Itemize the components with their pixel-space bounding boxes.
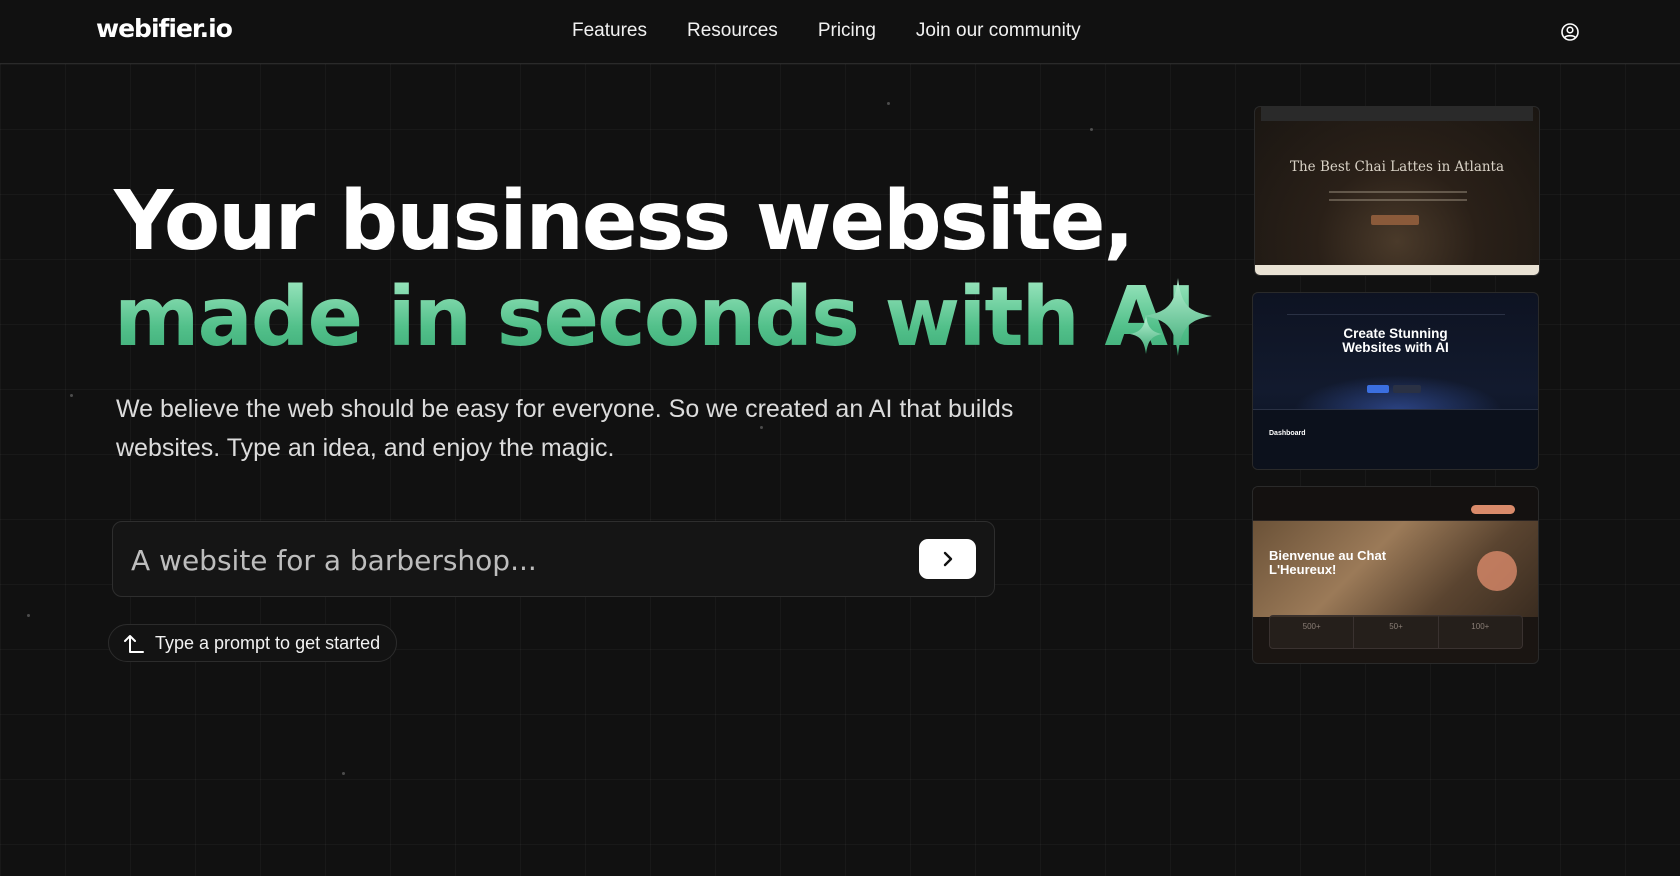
text-line bbox=[1329, 191, 1467, 193]
preview-title-line1: Create Stunning bbox=[1343, 326, 1448, 341]
preview-dashboard: Dashboard bbox=[1253, 409, 1538, 469]
chevron-right-icon bbox=[943, 551, 952, 567]
preview-card-cafe: Bienvenue au Chat L'Heureux! 500+ 50+ 10… bbox=[1252, 486, 1539, 664]
preview-footer bbox=[1255, 265, 1539, 275]
star-dot bbox=[27, 614, 30, 617]
preview-button bbox=[1393, 385, 1421, 393]
star-dot bbox=[342, 772, 345, 775]
main-nav: Features Resources Pricing Join our comm… bbox=[572, 20, 1081, 42]
preview-badge bbox=[1477, 551, 1517, 591]
preview-pill bbox=[1471, 505, 1515, 514]
preview-button bbox=[1367, 385, 1389, 393]
headline-line-2: made in seconds with AI bbox=[114, 270, 1196, 365]
preview-title: The Best Chai Lattes in Atlanta bbox=[1289, 159, 1505, 175]
prompt-hint: Type a prompt to get started bbox=[108, 624, 398, 662]
preview-card-ai: Create Stunning Websites with AI Dashboa… bbox=[1252, 292, 1539, 470]
star-dot bbox=[70, 394, 73, 397]
star-dot bbox=[1090, 128, 1093, 131]
preview-title-line2: Websites with AI bbox=[1342, 340, 1449, 355]
hero-subtitle: We believe the web should be easy for ev… bbox=[116, 395, 1014, 462]
dashboard-label: Dashboard bbox=[1269, 430, 1306, 437]
stat-item: 500+ bbox=[1270, 616, 1355, 648]
stat-item: 50+ bbox=[1354, 616, 1439, 648]
browser-bar bbox=[1261, 107, 1533, 121]
prompt-input[interactable] bbox=[131, 540, 891, 580]
stat-item: 100+ bbox=[1471, 622, 1490, 631]
nav-features[interactable]: Features bbox=[572, 20, 647, 42]
sparkles-icon bbox=[1130, 278, 1212, 356]
prompt-box bbox=[112, 521, 995, 597]
preview-title: Bienvenue au Chat L'Heureux! bbox=[1269, 548, 1387, 577]
site-header: webifier.io Features Resources Pricing J… bbox=[0, 0, 1680, 64]
nav-resources[interactable]: Resources bbox=[687, 20, 778, 42]
arrow-up-left-icon bbox=[124, 635, 144, 653]
preview-title: Create Stunning Websites with AI bbox=[1253, 327, 1538, 355]
hint-text: Type a prompt to get started bbox=[155, 632, 381, 653]
preview-card-chai: The Best Chai Lattes in Atlanta bbox=[1254, 106, 1540, 276]
star-dot bbox=[887, 102, 890, 105]
nav-community[interactable]: Join our community bbox=[916, 20, 1081, 42]
submit-button[interactable] bbox=[919, 539, 976, 579]
nav-pricing[interactable]: Pricing bbox=[818, 20, 876, 42]
preview-nav bbox=[1253, 487, 1538, 521]
headline-line-1: Your business website, bbox=[114, 174, 1135, 269]
logo[interactable]: webifier.io bbox=[96, 14, 233, 43]
user-circle-icon[interactable] bbox=[1560, 22, 1580, 42]
preview-glow bbox=[1293, 375, 1503, 411]
preview-button bbox=[1371, 215, 1419, 225]
preview-stats: 500+ 50+ 100+ bbox=[1269, 615, 1523, 649]
preview-nav bbox=[1287, 305, 1505, 315]
text-line bbox=[1329, 199, 1467, 201]
